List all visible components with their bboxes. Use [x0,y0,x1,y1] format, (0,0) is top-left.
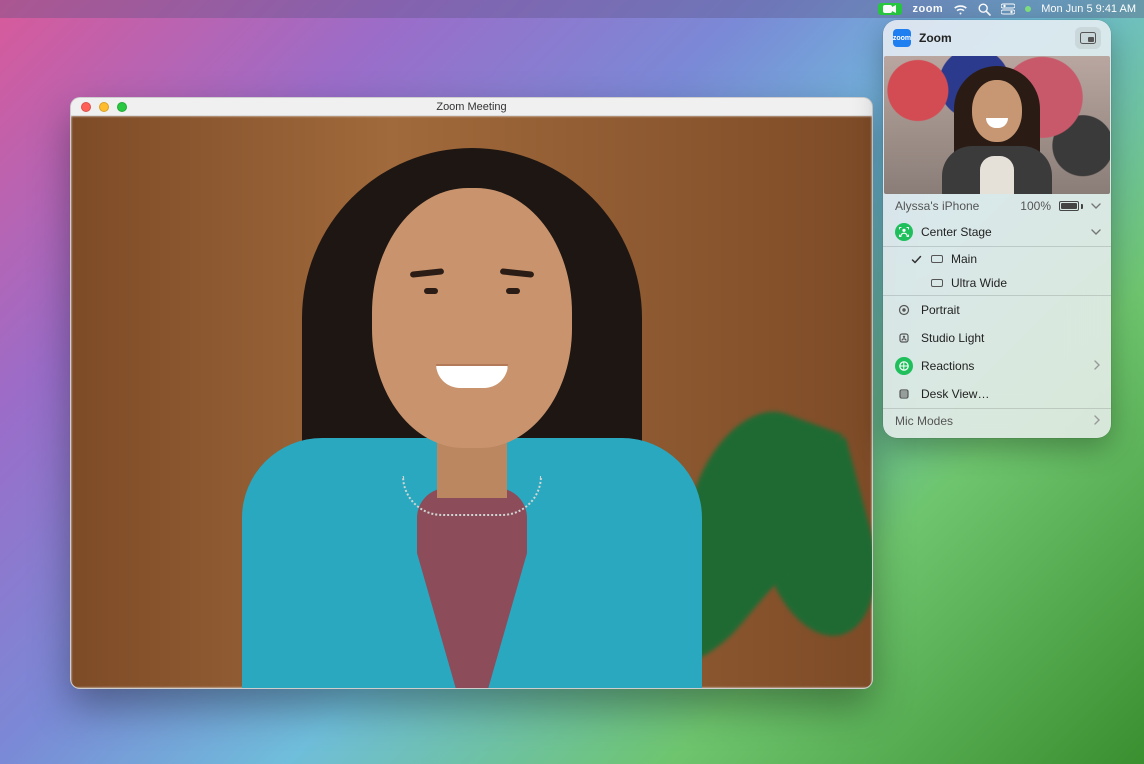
traffic-lights [81,102,127,112]
lens-ultrawide-label: Ultra Wide [951,276,1101,290]
checkmark-icon [909,254,923,265]
panel-header: zoom Zoom [883,20,1111,56]
main-participant [212,128,732,688]
portrait-label: Portrait [921,303,1101,317]
portrait-icon [895,301,913,319]
center-stage-label: Center Stage [921,225,1083,239]
mic-modes-row[interactable]: Mic Modes [883,409,1111,438]
fullscreen-button[interactable] [117,102,127,112]
battery-percent: 100% [1020,199,1051,213]
picture-in-picture-button[interactable] [1075,27,1101,49]
center-stage-icon [895,223,913,241]
control-center-menu-extra[interactable] [1001,3,1015,15]
lens-ultrawide-row[interactable]: Ultra Wide [883,271,1111,296]
desk-view-label: Desk View… [921,387,1101,401]
app-menu-name[interactable]: zoom [912,3,943,15]
spotlight-menu-extra[interactable] [978,3,991,16]
studio-light-label: Studio Light [921,331,1101,345]
lens-main-row[interactable]: Main [883,247,1111,271]
chevron-right-icon [1093,414,1101,428]
wifi-menu-extra[interactable] [953,4,968,15]
zoom-meeting-window: Zoom Meeting [70,97,873,689]
chevron-down-icon [1091,225,1101,239]
video-menu-extra[interactable] [878,3,902,15]
reactions-row[interactable]: Reactions [883,352,1111,380]
video-camera-icon [883,4,897,14]
studio-light-row[interactable]: Studio Light [883,324,1111,352]
lens-icon [931,255,943,263]
portrait-row[interactable]: Portrait [883,296,1111,324]
pip-icon [1080,32,1096,44]
search-icon [978,3,991,16]
window-titlebar[interactable]: Zoom Meeting [71,98,872,116]
window-title: Zoom Meeting [436,101,506,113]
clock[interactable]: Mon Jun 5 9:41 AM [1041,3,1136,15]
video-control-panel: zoom Zoom Alyssa's iPhone 100% Center St… [883,20,1111,438]
panel-app-name: Zoom [919,31,1067,45]
desk-view-row[interactable]: Desk View… [883,380,1111,409]
mic-modes-label: Mic Modes [895,414,1085,428]
battery-icon [1059,201,1083,211]
user-menu-extra[interactable] [1025,6,1031,12]
reactions-label: Reactions [921,359,1085,373]
device-row[interactable]: Alyssa's iPhone 100% [883,194,1111,218]
chevron-down-icon [1091,199,1101,213]
wifi-icon [953,4,968,15]
main-video-feed [71,116,872,688]
lens-main-label: Main [951,252,1101,266]
device-name: Alyssa's iPhone [895,199,1012,213]
close-button[interactable] [81,102,91,112]
control-center-icon [1001,3,1015,15]
zoom-app-icon: zoom [893,29,911,47]
minimize-button[interactable] [99,102,109,112]
center-stage-row[interactable]: Center Stage [883,218,1111,247]
studio-light-icon [895,329,913,347]
desk-view-icon [895,385,913,403]
menu-bar: zoom Mon Jun 5 9:41 AM [0,0,1144,18]
reactions-icon [895,357,913,375]
chevron-right-icon [1093,359,1101,373]
lens-icon [931,279,943,287]
camera-preview [884,56,1110,194]
